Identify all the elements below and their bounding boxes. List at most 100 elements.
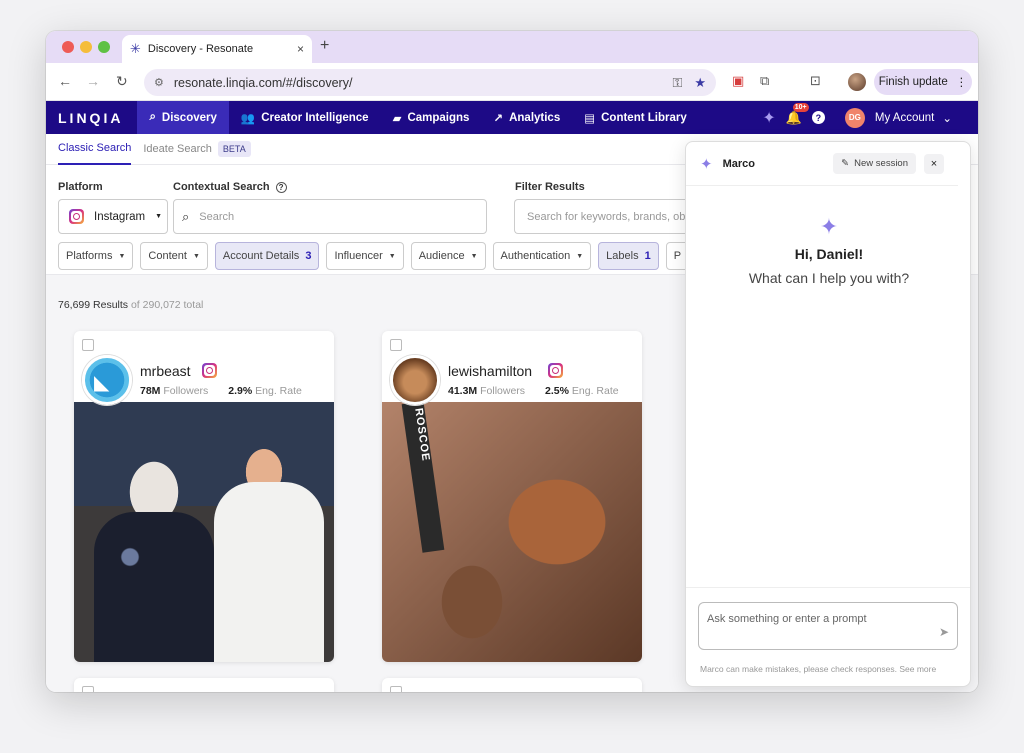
result-count-value: 76,699 Results [58,299,129,311]
finish-update-label: Finish update [878,76,948,88]
resonate-favicon-icon: ✳ [130,41,141,56]
bell-icon[interactable]: 🔔 10+ [786,102,809,126]
filter-results-input[interactable]: Search for keywords, brands, ob [514,199,714,234]
nav-analytics[interactable]: ↗ Analytics [481,101,572,134]
chip-audience[interactable]: Audience ▼ [410,242,486,270]
creator-photo[interactable]: ROSCOE [382,402,642,662]
chip-label: Account Details [222,250,300,262]
chip-label: P [673,250,682,262]
finish-update-button[interactable]: Finish update ⋮ [874,69,972,95]
followers-label: Followers [163,385,209,397]
caret-down-icon: ▼ [388,252,396,260]
eng-rate-stat: 2.9% Eng. Rate [228,385,302,397]
new-session-button[interactable]: ✎ New session [833,153,916,174]
nav-analytics-label: Analytics [509,111,561,124]
nav-campaigns[interactable]: ▰ Campaigns [381,101,482,134]
question-icon[interactable]: ? [275,181,287,193]
platform-value: Instagram [94,210,146,223]
creator-handle[interactable]: lewishamilton [448,363,532,379]
contextual-search-input[interactable]: ⌕ Search [173,199,487,234]
platform-select[interactable]: Instagram ▼ [58,199,168,234]
send-icon[interactable]: ➤ [939,625,949,639]
prompt-input[interactable]: Ask something or enter a prompt ➤ [698,602,958,650]
back-arrow-icon[interactable]: ← [58,73,72,89]
select-checkbox[interactable] [82,686,94,692]
sparkle-icon: ✦ [819,214,839,239]
url-text: resonate.linqia.com/#/discovery/ [173,75,353,90]
browser-toolbar: ← → ↻ ⚙ resonate.linqia.com/#/discovery/… [46,63,978,101]
maximize-window-button[interactable] [98,41,110,53]
tab-ideate-search[interactable]: Ideate Search [143,134,212,165]
nav-creator-intelligence-label: Creator Intelligence [261,111,369,124]
sparkle-ai-icon[interactable]: ✦ [762,108,775,128]
app-navbar: LINQIA ⌕ Discovery 👥 Creator Intelligenc… [46,101,978,134]
creator-card[interactable] [74,678,334,692]
eng-rate-label: Eng. Rate [571,385,619,397]
user-avatar[interactable]: DG [844,107,865,128]
avatar[interactable] [390,355,440,405]
password-key-icon[interactable]: ⚿ [672,75,682,91]
avatar[interactable]: ◣ [82,355,132,405]
instagram-icon [69,209,84,224]
chip-labels[interactable]: Labels 1 [598,242,659,270]
creator-card[interactable]: ROSCOE lewishamilton 41.3M Followers 2.5… [382,331,642,662]
new-tab-button[interactable]: + [320,37,329,55]
minimize-window-button[interactable] [80,41,92,53]
my-account-menu[interactable]: My Account ⌄ [875,111,952,125]
tab-classic-search[interactable]: Classic Search [58,134,132,165]
chip-influencer[interactable]: Influencer ▼ [326,242,404,270]
close-window-button[interactable] [62,41,74,53]
creator-stats: 41.3M Followers 2.5% Eng. Rate [448,385,619,397]
nav-creator-intelligence[interactable]: 👥 Creator Intelligence [229,101,381,134]
nav-discovery-label: Discovery [161,111,217,124]
caret-down-icon: ▼ [155,213,163,220]
caret-down-icon: ▼ [576,252,584,260]
search-icon: ⌕ [149,111,156,123]
disclaimer-text: Marco can make mistakes, please check re… [700,664,937,674]
bookmark-star-icon[interactable]: ★ [694,75,706,91]
select-checkbox[interactable] [390,339,402,351]
chip-count: 1 [644,250,651,262]
site-settings-icon[interactable]: ⚙ [154,76,164,89]
chip-account-details[interactable]: Account Details 3 [214,242,320,270]
profile-avatar[interactable] [848,73,866,91]
beast-logo-icon: ◣ [94,372,110,394]
nav-content-library[interactable]: ▤ Content Library [572,101,699,134]
chip-content[interactable]: Content ▼ [140,242,208,270]
tab-strip: ✳ Discovery - Resonate × + [46,31,978,63]
help-icon[interactable]: ? [811,111,825,124]
extension-red-icon[interactable]: ▣ [732,73,744,89]
reload-icon[interactable]: ↻ [116,73,128,90]
nav-campaigns-label: Campaigns [407,111,470,124]
extensions-puzzle-icon[interactable]: ⧉ [760,73,769,89]
tab-title: Discovery - Resonate [147,43,254,55]
select-checkbox[interactable] [390,686,402,692]
contextual-search-placeholder: Search [199,210,235,223]
creator-card[interactable] [382,678,642,692]
marco-title: Marco [722,157,755,170]
linqia-logo[interactable]: LINQIA [46,110,137,126]
instagram-icon [202,363,217,378]
menu-dots-icon: ⋮ [955,77,968,89]
creator-photo[interactable] [74,402,334,662]
collar-text: ROSCOE [412,407,432,463]
chip-authentication[interactable]: Authentication ▼ [492,242,592,270]
creator-handle[interactable]: mrbeast [140,363,191,379]
browser-tab[interactable]: ✳ Discovery - Resonate × [122,35,312,63]
nav-discovery[interactable]: ⌕ Discovery [137,101,229,134]
caret-down-icon: ▼ [470,252,478,260]
tab-close-icon[interactable]: × [297,42,304,56]
tab-search-icon[interactable]: ⊡ [810,73,821,89]
contextual-search-label-group: Contextual Search ? [173,181,287,193]
marco-header: ✦ Marco ✎ New session × [686,142,958,186]
select-checkbox[interactable] [82,339,94,351]
address-bar[interactable]: ⚙ resonate.linqia.com/#/discovery/ ⚿ ★ [144,69,716,96]
briefcase-icon: ▰ [392,112,402,125]
chip-platforms[interactable]: Platforms ▼ [58,242,134,270]
creator-stats: 78M Followers 2.9% Eng. Rate [140,385,302,397]
creator-card[interactable]: ◣ mrbeast 78M Followers 2.9% Eng. Rate [74,331,334,662]
eng-rate-label: Eng. Rate [255,385,302,397]
close-panel-button[interactable]: × [924,153,944,174]
followers-stat: 78M Followers [140,385,208,397]
forward-arrow-icon[interactable]: → [86,73,100,89]
